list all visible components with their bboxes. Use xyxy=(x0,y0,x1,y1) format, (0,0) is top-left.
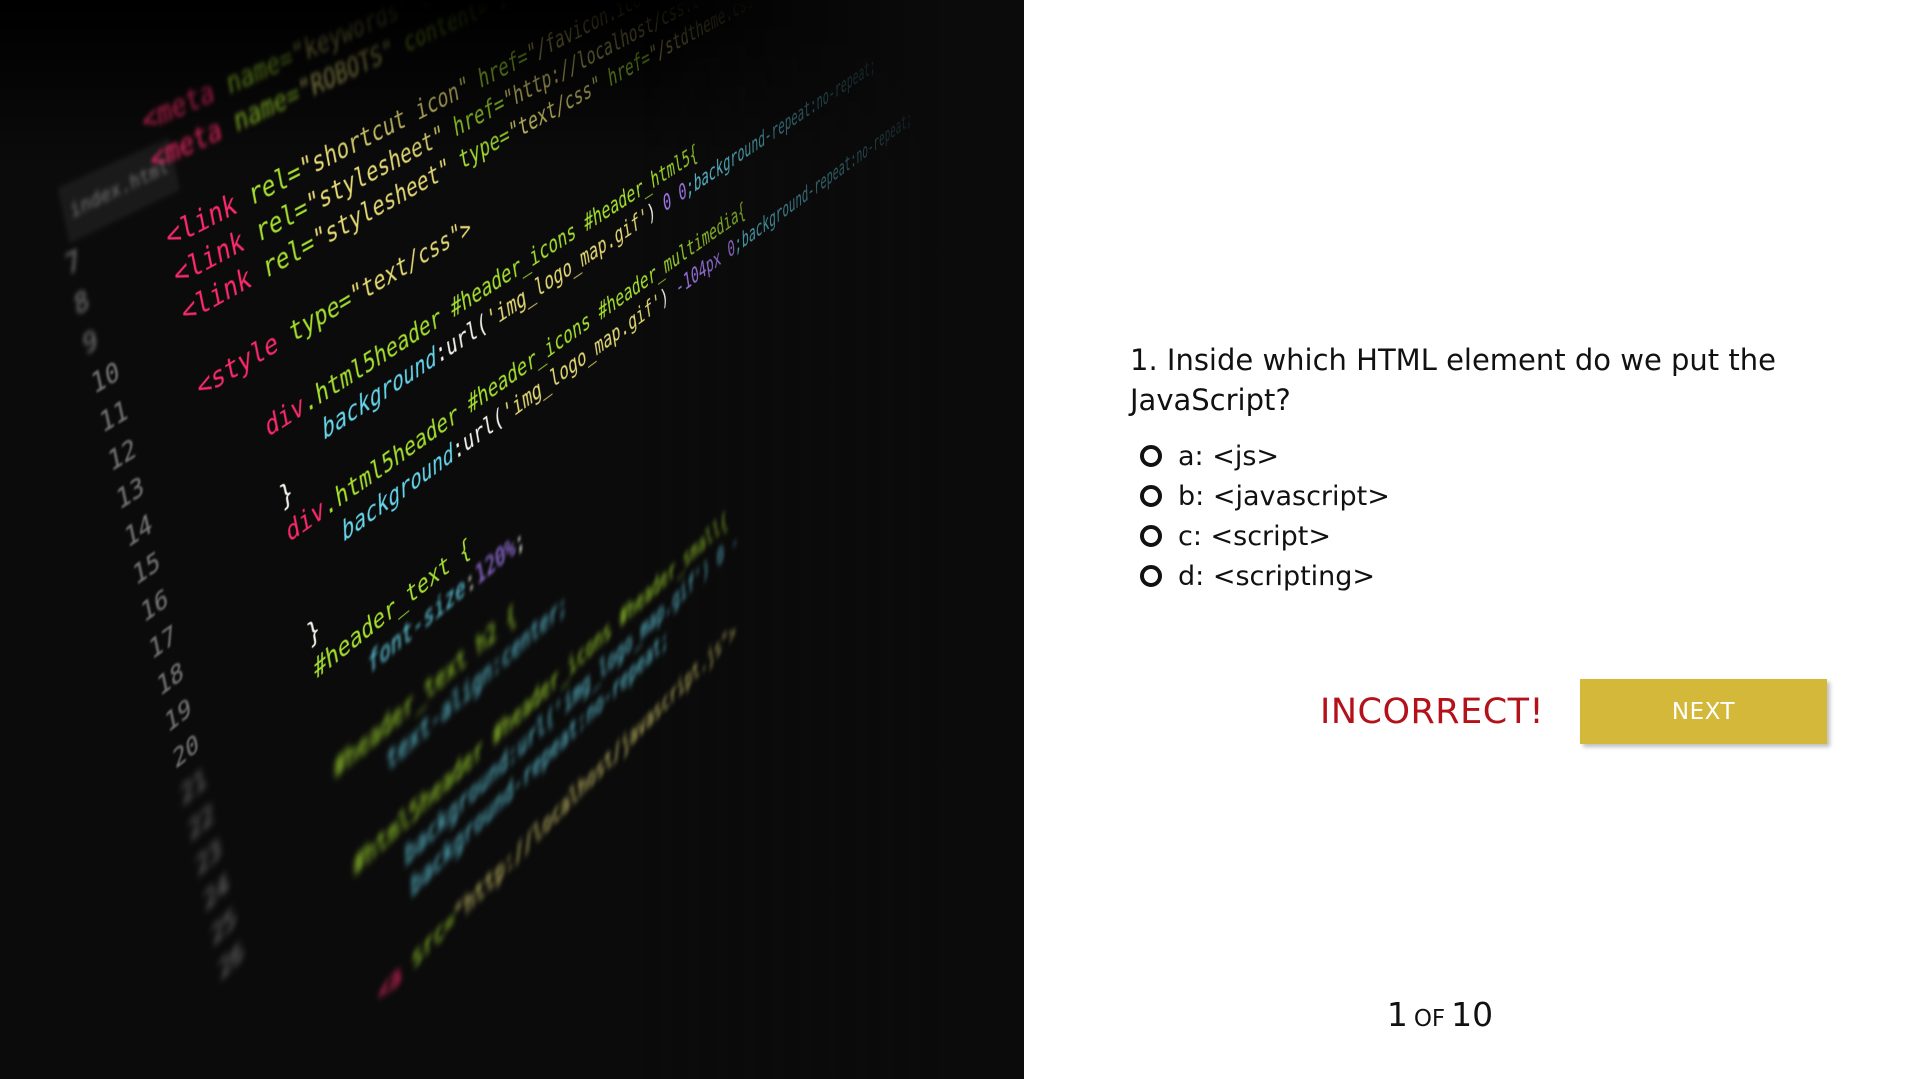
radio-icon[interactable] xyxy=(1140,525,1162,547)
answer-options: a: <js> b: <javascript> c: <script> d: <… xyxy=(1130,436,1850,596)
radio-icon[interactable] xyxy=(1140,565,1162,587)
question-text: 1. Inside which HTML element do we put t… xyxy=(1130,340,1850,420)
progress-of-label: OF xyxy=(1414,1006,1445,1032)
code-editor-photo: index.html 7 8 9 10 11 12 13 14 15 16 17 18 19 20 21 22… xyxy=(0,0,1024,1079)
current-question-number: 1 xyxy=(1387,995,1408,1034)
option-label: b: <javascript> xyxy=(1178,481,1390,512)
quiz-panel: 1. Inside which HTML element do we put t… xyxy=(1130,340,1850,596)
total-questions: 10 xyxy=(1451,995,1493,1034)
feedback-message: INCORRECT! xyxy=(1320,692,1560,732)
radio-icon[interactable] xyxy=(1140,445,1162,467)
option-label: a: <js> xyxy=(1178,441,1279,472)
next-button[interactable]: NEXT xyxy=(1580,679,1827,744)
option-label: c: <script> xyxy=(1178,521,1331,552)
option-label: d: <scripting> xyxy=(1178,561,1375,592)
progress-indicator: 1 OF 10 xyxy=(1330,995,1550,1034)
option-c[interactable]: c: <script> xyxy=(1130,516,1850,556)
radio-icon[interactable] xyxy=(1140,485,1162,507)
option-b[interactable]: b: <javascript> xyxy=(1130,476,1850,516)
option-a[interactable]: a: <js> xyxy=(1130,436,1850,476)
option-d[interactable]: d: <scripting> xyxy=(1130,556,1850,596)
